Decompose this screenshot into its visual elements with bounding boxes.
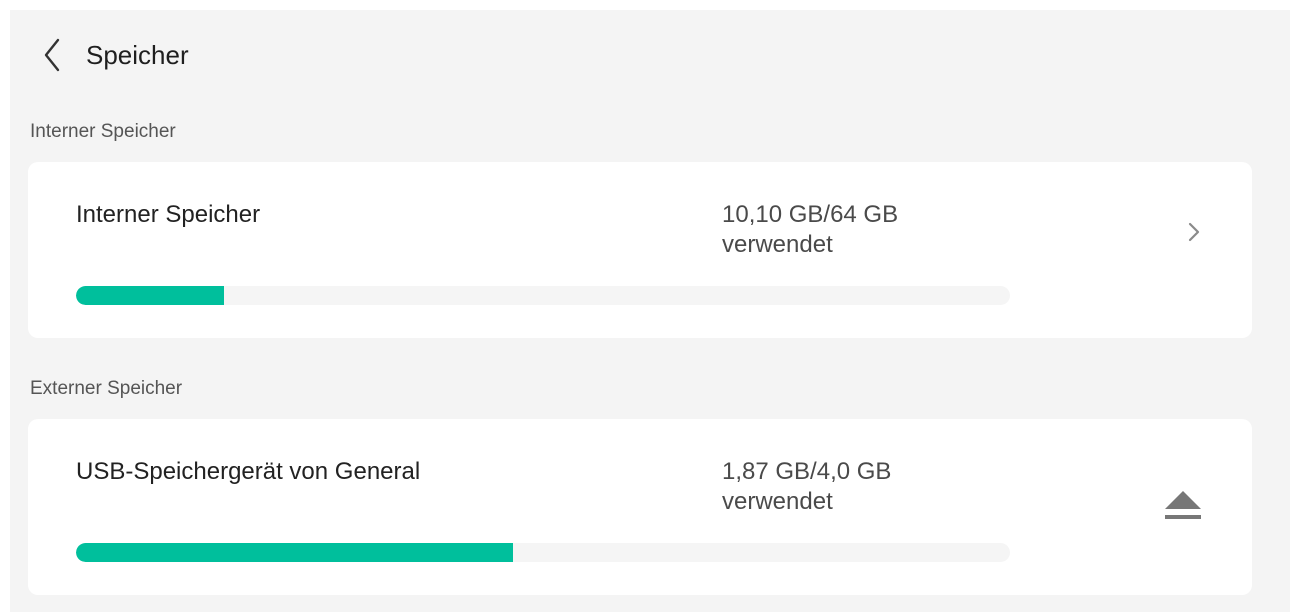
internal-usage-bar <box>76 286 1010 305</box>
internal-storage-card[interactable]: Interner Speicher 10,10 GB/64 GB verwend… <box>28 162 1252 338</box>
external-usage-amount: 1,87 GB/4,0 GB <box>722 458 892 485</box>
internal-usage-bar-fill <box>76 286 224 305</box>
page-title: Speicher <box>86 40 189 70</box>
internal-usage-amount: 10,10 GB/64 GB <box>722 201 899 228</box>
eject-icon <box>1165 491 1201 519</box>
external-storage-usage: 1,87 GB/4,0 GB verwendet <box>722 457 891 517</box>
eject-button[interactable] <box>1156 485 1210 535</box>
external-usage-suffix: verwendet <box>722 488 833 515</box>
internal-storage-usage: 10,10 GB/64 GB verwendet <box>722 200 898 260</box>
chevron-right-icon <box>1188 222 1200 242</box>
external-storage-name: USB-Speichergerät von General <box>76 458 421 485</box>
back-button[interactable] <box>38 34 68 76</box>
chevron-left-icon <box>44 38 60 72</box>
external-usage-bar <box>76 543 1010 562</box>
external-storage-card[interactable]: USB-Speichergerät von General 1,87 GB/4,… <box>28 419 1252 595</box>
internal-storage-open[interactable] <box>1178 212 1208 252</box>
internal-storage-name: Interner Speicher <box>76 201 261 228</box>
internal-usage-suffix: verwendet <box>722 231 833 258</box>
section-label-external: Externer Speicher <box>30 378 183 399</box>
external-usage-bar-fill <box>76 543 513 562</box>
section-label-internal: Interner Speicher <box>30 121 176 142</box>
storage-screen: Speicher Interner Speicher Interner Spei… <box>10 10 1290 612</box>
top-bar: Speicher <box>10 10 1290 100</box>
